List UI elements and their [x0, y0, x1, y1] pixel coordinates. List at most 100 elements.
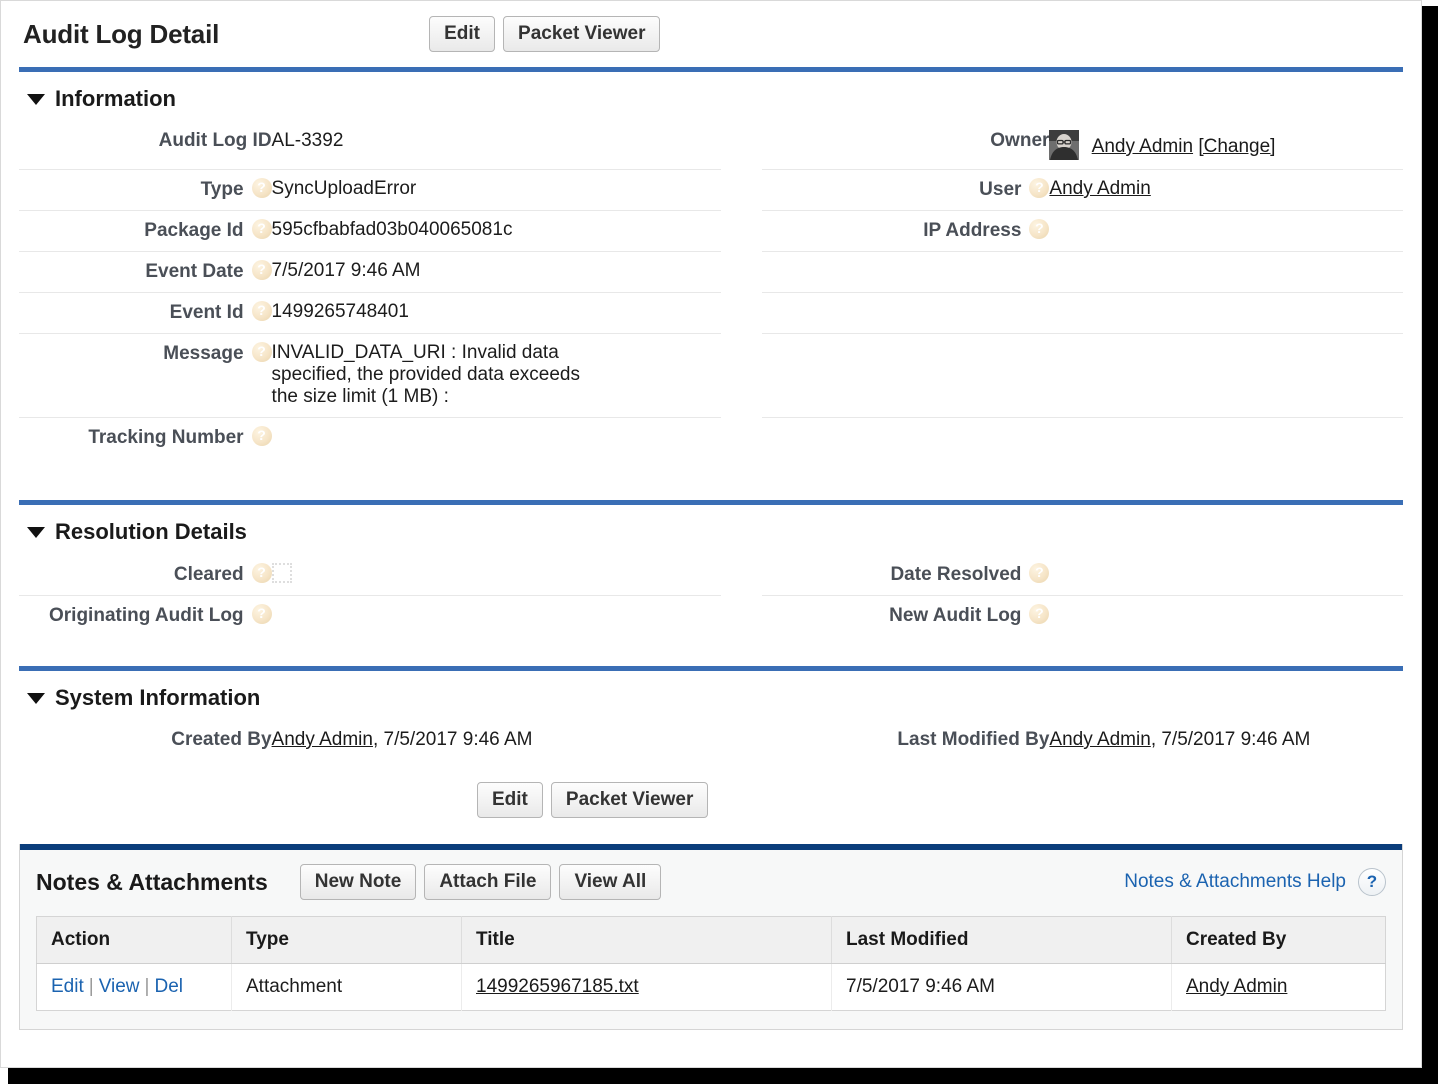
owner-change-link[interactable]: [Change] [1198, 136, 1275, 157]
field-label-originating-audit-log: Originating Audit Log [19, 596, 272, 637]
help-icon[interactable] [251, 562, 272, 583]
field-label-type: Type [19, 169, 272, 211]
field-label-package-id: Package Id [19, 210, 272, 252]
field-value-message: INVALID_DATA_URI : Invalid data specifie… [271, 333, 722, 418]
attachment-title-link[interactable]: 1499265967185.txt [476, 976, 639, 997]
user-link[interactable]: Andy Admin [1049, 178, 1150, 199]
last-modified-by-timestamp: , 7/5/2017 9:46 AM [1150, 729, 1311, 750]
section-header-resolution-details[interactable]: Resolution Details [19, 505, 1421, 555]
empty-label [761, 292, 1050, 334]
column-gap [721, 334, 761, 418]
edit-button-top[interactable]: Edit [429, 16, 496, 52]
field-label-audit-log-id: Audit Log ID [19, 122, 272, 170]
attach-file-button[interactable]: Attach File [424, 864, 552, 900]
created-by-timestamp: , 7/5/2017 9:46 AM [372, 729, 533, 750]
section-title-information: Information [55, 86, 176, 111]
row-del-link[interactable]: Del [154, 976, 183, 997]
field-label-user: User [761, 169, 1050, 211]
help-icon[interactable] [1358, 868, 1386, 896]
notes-attachments-help: Notes & Attachments Help [1124, 868, 1386, 896]
help-icon[interactable] [1029, 562, 1050, 583]
help-icon[interactable] [1029, 218, 1050, 239]
section-header-system-information[interactable]: System Information [19, 671, 1421, 721]
column-gap [721, 252, 761, 293]
notes-attachments-help-link[interactable]: Notes & Attachments Help [1124, 871, 1346, 893]
message-line: the size limit (1 MB) : [271, 386, 449, 407]
view-all-button[interactable]: View All [559, 864, 662, 900]
help-icon[interactable] [251, 300, 272, 321]
row-view-link[interactable]: View [99, 976, 140, 997]
field-label-ip-address: IP Address [761, 210, 1050, 252]
system-detail-table: Created By Andy Admin, 7/5/2017 9:46 AM … [19, 721, 1403, 760]
page-header: Audit Log Detail Edit Packet Viewer [1, 1, 1421, 67]
column-gap [721, 555, 761, 596]
help-icon[interactable] [251, 259, 272, 280]
notes-attachments-buttons: New Note Attach File View All [299, 864, 662, 900]
help-icon[interactable] [1029, 603, 1050, 624]
collapse-caret-icon[interactable] [27, 93, 45, 105]
column-header-action: Action [36, 916, 232, 964]
collapse-caret-icon[interactable] [27, 526, 45, 538]
notes-attachments-table: Action Type Title Last Modified Created … [36, 916, 1386, 1011]
column-gap [721, 418, 761, 459]
field-value-created-by: Andy Admin, 7/5/2017 9:46 AM [272, 721, 722, 760]
notes-attachments-header: Notes & Attachments New Note Attach File… [20, 850, 1402, 916]
table-row: Edit | View | Del Attachment 1499265967185.t… [36, 963, 1386, 1011]
field-label-event-id: Event Id [19, 292, 272, 334]
new-note-button[interactable]: New Note [299, 864, 417, 900]
section-header-information[interactable]: Information [19, 72, 1421, 122]
created-by-link[interactable]: Andy Admin [1186, 976, 1287, 997]
field-value-new-audit-log [1049, 596, 1403, 637]
empty-label [762, 418, 1050, 459]
field-label-event-date: Event Date [19, 251, 272, 293]
field-label-last-modified-by: Last Modified By [897, 729, 1050, 750]
table-row: Type SyncUploadError User Andy Admin [19, 169, 1403, 211]
empty-value [1049, 418, 1403, 459]
help-icon[interactable] [251, 603, 272, 624]
table-row: Tracking Number [19, 418, 1403, 459]
field-label-date-resolved: Date Resolved [761, 555, 1050, 596]
help-icon[interactable] [251, 425, 272, 446]
empty-label [761, 251, 1050, 293]
section-title-system-information: System Information [55, 685, 261, 710]
column-gap [721, 211, 761, 252]
row-last-modified: 7/5/2017 9:46 AM [831, 963, 1172, 1011]
page-title: Audit Log Detail [23, 18, 220, 49]
field-value-package-id: 595cfbabfad03b040065081c [271, 210, 722, 252]
help-icon[interactable] [251, 218, 272, 239]
notes-attachments-panel: Notes & Attachments New Note Attach File… [19, 844, 1403, 1030]
last-modified-by-user-link[interactable]: Andy Admin [1049, 729, 1150, 750]
page-container: Audit Log Detail Edit Packet Viewer Info… [0, 0, 1422, 1068]
field-value-cleared [271, 555, 722, 596]
table-row: Package Id 595cfbabfad03b040065081c IP A… [19, 210, 1403, 252]
window-frame-bottom [8, 1068, 1438, 1084]
help-icon[interactable] [251, 341, 272, 362]
field-value-event-date: 7/5/2017 9:46 AM [271, 251, 722, 293]
owner-link[interactable]: Andy Admin [1092, 136, 1193, 157]
help-icon[interactable] [1029, 177, 1050, 198]
column-gap [721, 293, 761, 334]
collapse-caret-icon[interactable] [27, 692, 45, 704]
row-actions: Edit | View | Del [36, 963, 232, 1011]
packet-viewer-button-bottom[interactable]: Packet Viewer [550, 782, 709, 818]
table-row: Cleared Date Resolved [19, 555, 1403, 596]
created-by-user-link[interactable]: Andy Admin [272, 729, 373, 750]
column-header-type: Type [231, 916, 462, 964]
row-edit-link[interactable]: Edit [51, 976, 84, 997]
edit-button-bottom[interactable]: Edit [477, 782, 543, 818]
help-icon[interactable] [251, 177, 272, 198]
field-label-owner: Owner [761, 122, 1050, 170]
field-value-originating-audit-log [272, 596, 722, 637]
field-value-last-modified-by: Andy Admin, 7/5/2017 9:46 AM [1049, 721, 1403, 760]
row-type: Attachment [231, 963, 462, 1011]
packet-viewer-button-top[interactable]: Packet Viewer [503, 16, 661, 52]
field-label-tracking-number: Tracking Number [19, 418, 272, 459]
field-label-created-by: Created By [171, 729, 272, 750]
column-header-created-by: Created By [1171, 916, 1386, 964]
action-separator: | [144, 976, 150, 997]
field-value-user: Andy Admin [1049, 169, 1403, 211]
resolution-detail-table: Cleared Date Resolved Originating Audit … [19, 555, 1403, 636]
column-gap [721, 596, 761, 637]
column-gap [721, 122, 761, 170]
empty-value [1049, 333, 1403, 418]
